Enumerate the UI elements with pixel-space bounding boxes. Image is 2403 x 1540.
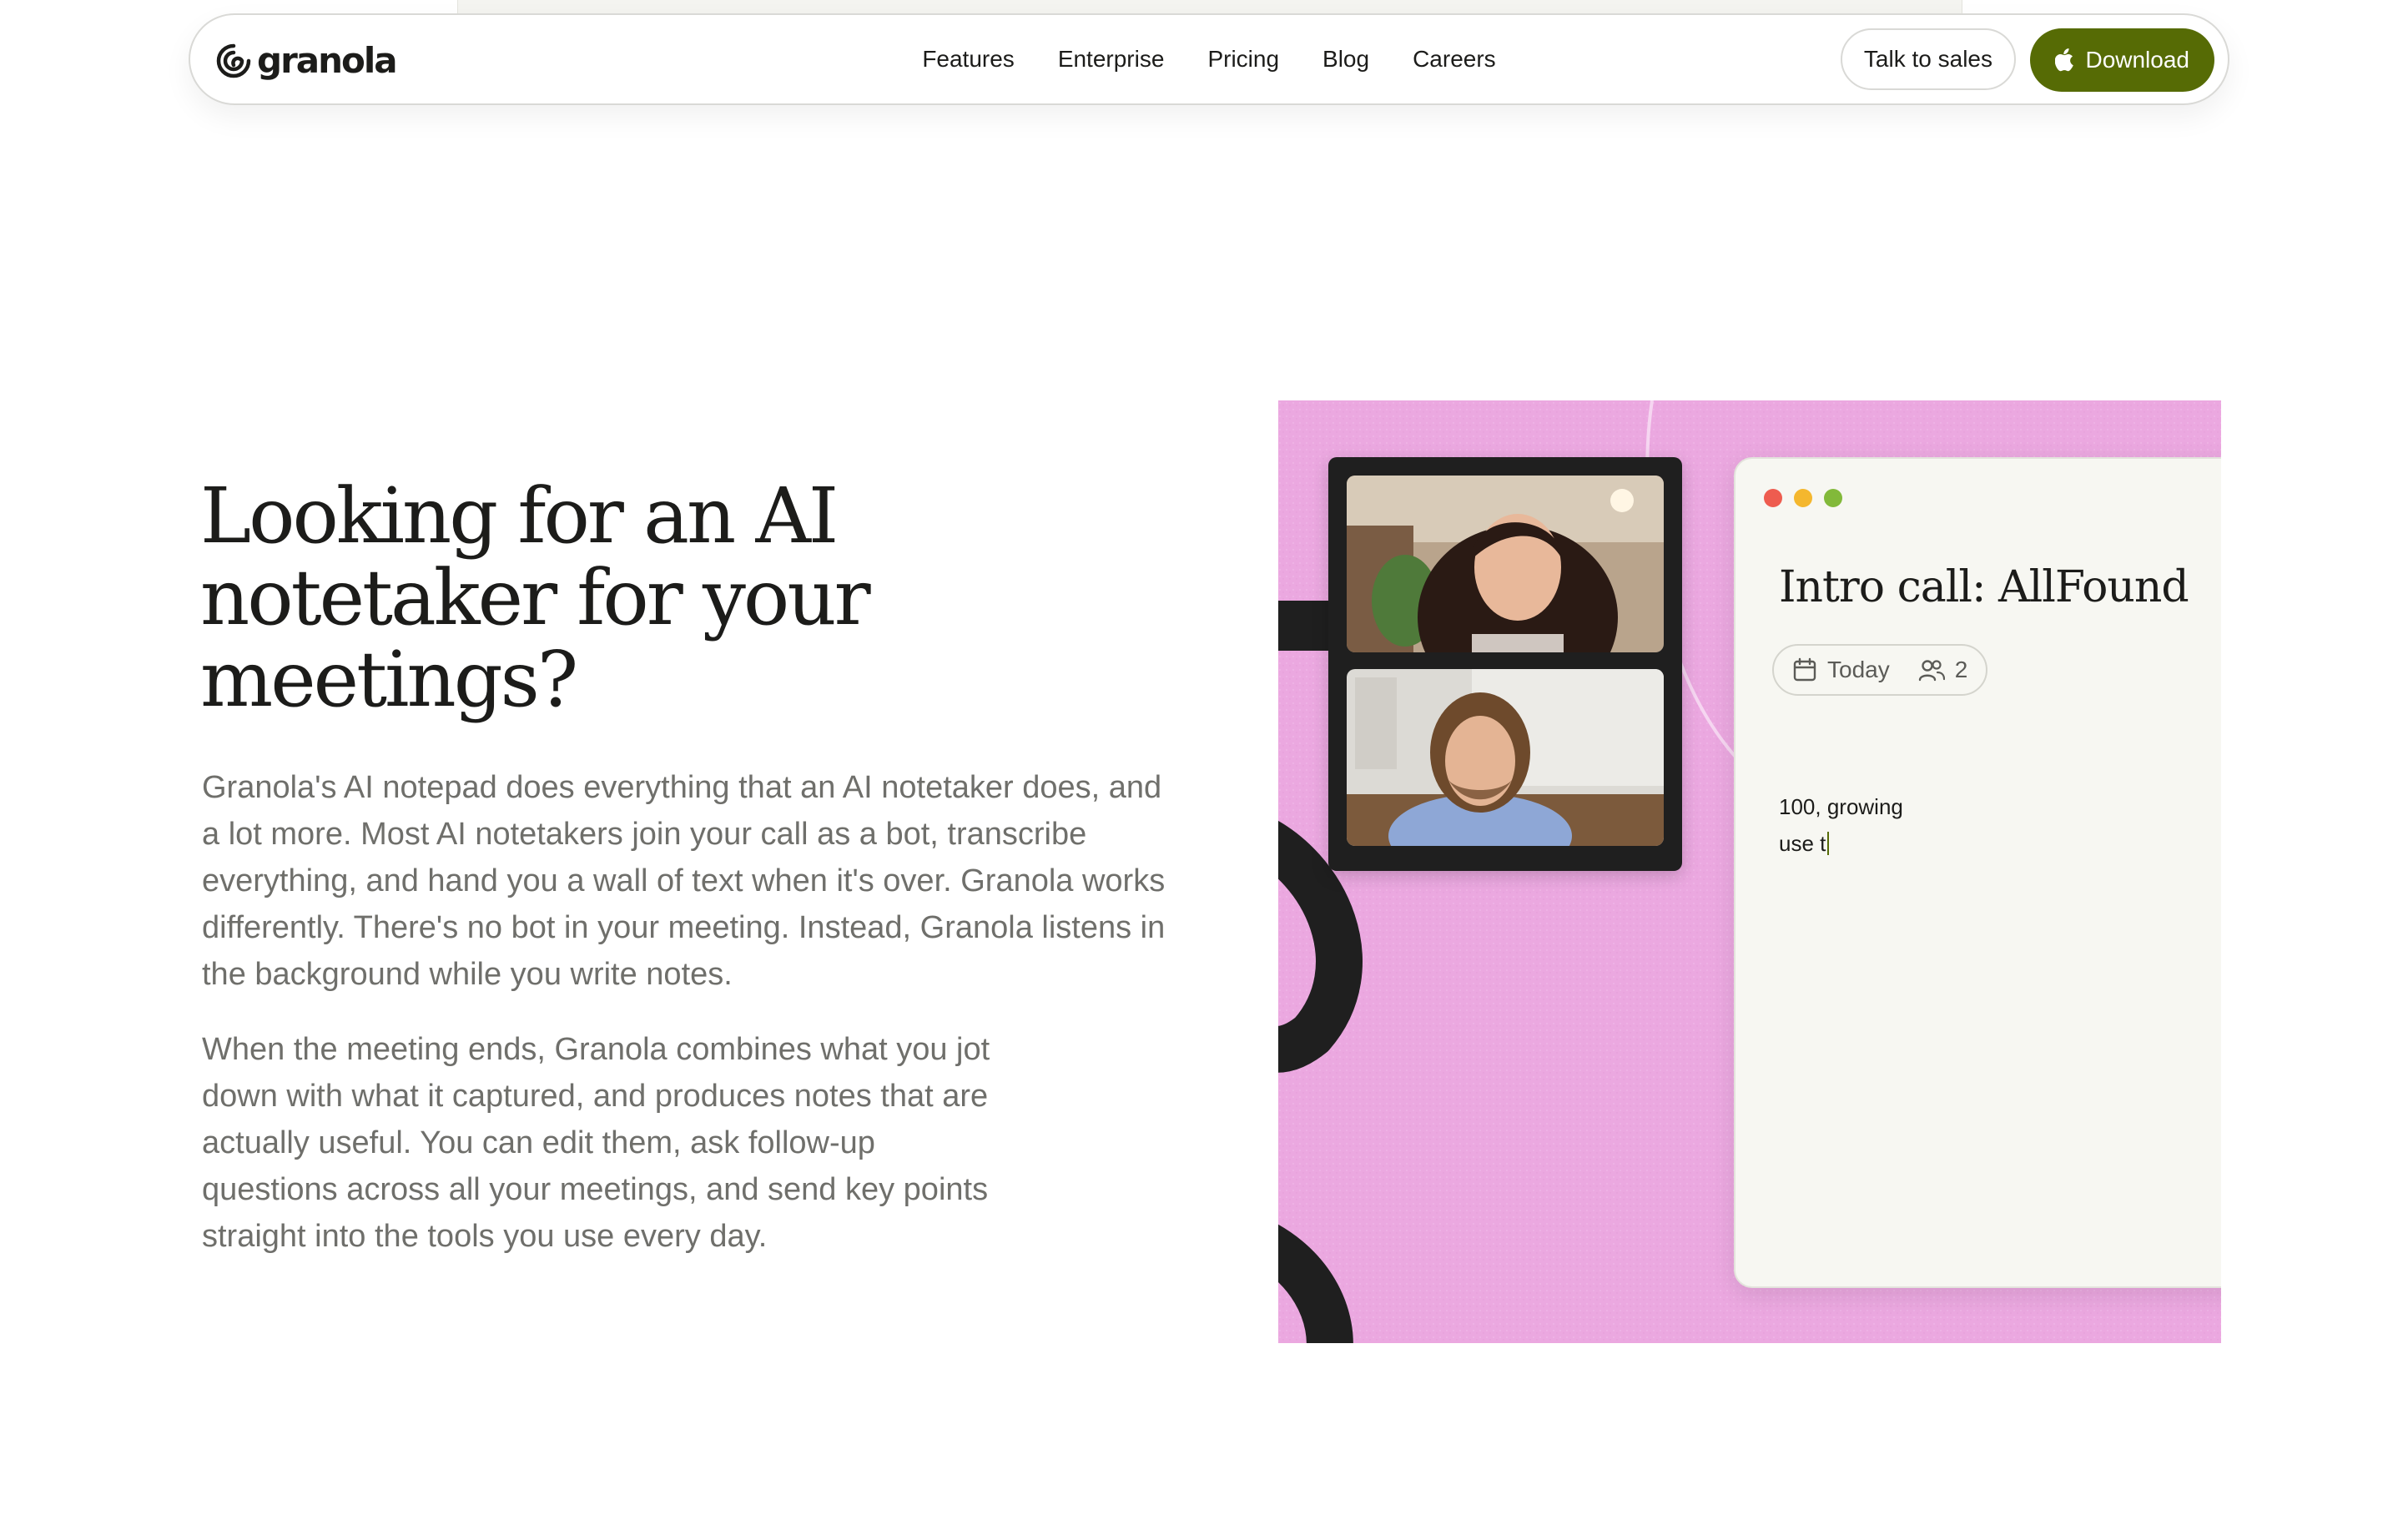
note-title: Intro call: AllFound	[1779, 562, 2189, 612]
nav-link-blog[interactable]: Blog	[1322, 46, 1369, 73]
attendee-count: 2	[1954, 657, 1968, 682]
talk-to-sales-button[interactable]: Talk to sales	[1840, 28, 2016, 90]
close-window-dot[interactable]	[1764, 489, 1782, 507]
participant-woman-image	[1347, 476, 1664, 652]
note-line-2-text: use t	[1779, 831, 1826, 856]
note-line-2[interactable]: use t	[1779, 831, 1830, 857]
nav-link-careers[interactable]: Careers	[1413, 46, 1496, 73]
window-controls	[1764, 489, 1842, 507]
note-meta-pill: Today 2	[1772, 644, 1988, 696]
logo[interactable]: granola	[215, 38, 398, 83]
hero-paragraph-1: Granola's AI notepad does everything tha…	[202, 770, 1166, 992]
apple-icon	[2055, 48, 2074, 72]
page: granola Features Enterprise Pricing Blog…	[0, 0, 2403, 1540]
people-icon	[1918, 660, 1945, 682]
note-line-1-text: 100, growing	[1779, 794, 1903, 819]
nav-link-pricing[interactable]: Pricing	[1207, 46, 1279, 73]
video-participant-1	[1347, 476, 1664, 652]
calendar-icon	[1793, 657, 1816, 682]
video-call-tile	[1328, 457, 1682, 871]
hero-paragraph-2: When the meeting ends, Granola combines …	[202, 1032, 990, 1254]
note-line-1[interactable]: 100, growing	[1779, 794, 1903, 820]
granola-logo-icon	[216, 43, 251, 78]
logo-text: granola	[257, 40, 398, 81]
note-date: Today	[1827, 657, 1890, 682]
video-participant-2	[1347, 669, 1664, 846]
navbar: granola Features Enterprise Pricing Blog…	[189, 13, 2229, 105]
nav-link-enterprise[interactable]: Enterprise	[1058, 46, 1165, 73]
talk-to-sales-label: Talk to sales	[1863, 46, 1992, 72]
nav-link-features[interactable]: Features	[922, 46, 1015, 73]
hero-illustration: Intro call: AllFound Today 2 100, growin…	[1278, 400, 2221, 1343]
hero-title: Looking for an AI notetaker for your mee…	[200, 471, 871, 724]
participant-man-image	[1347, 669, 1664, 846]
top-strip	[457, 0, 1962, 13]
minimize-window-dot[interactable]	[1794, 489, 1812, 507]
download-button[interactable]: Download	[2030, 28, 2214, 92]
download-label: Download	[2085, 47, 2189, 73]
maximize-window-dot[interactable]	[1824, 489, 1842, 507]
note-window: Intro call: AllFound Today 2 100, growin…	[1734, 457, 2221, 1288]
text-caret	[1827, 832, 1830, 855]
